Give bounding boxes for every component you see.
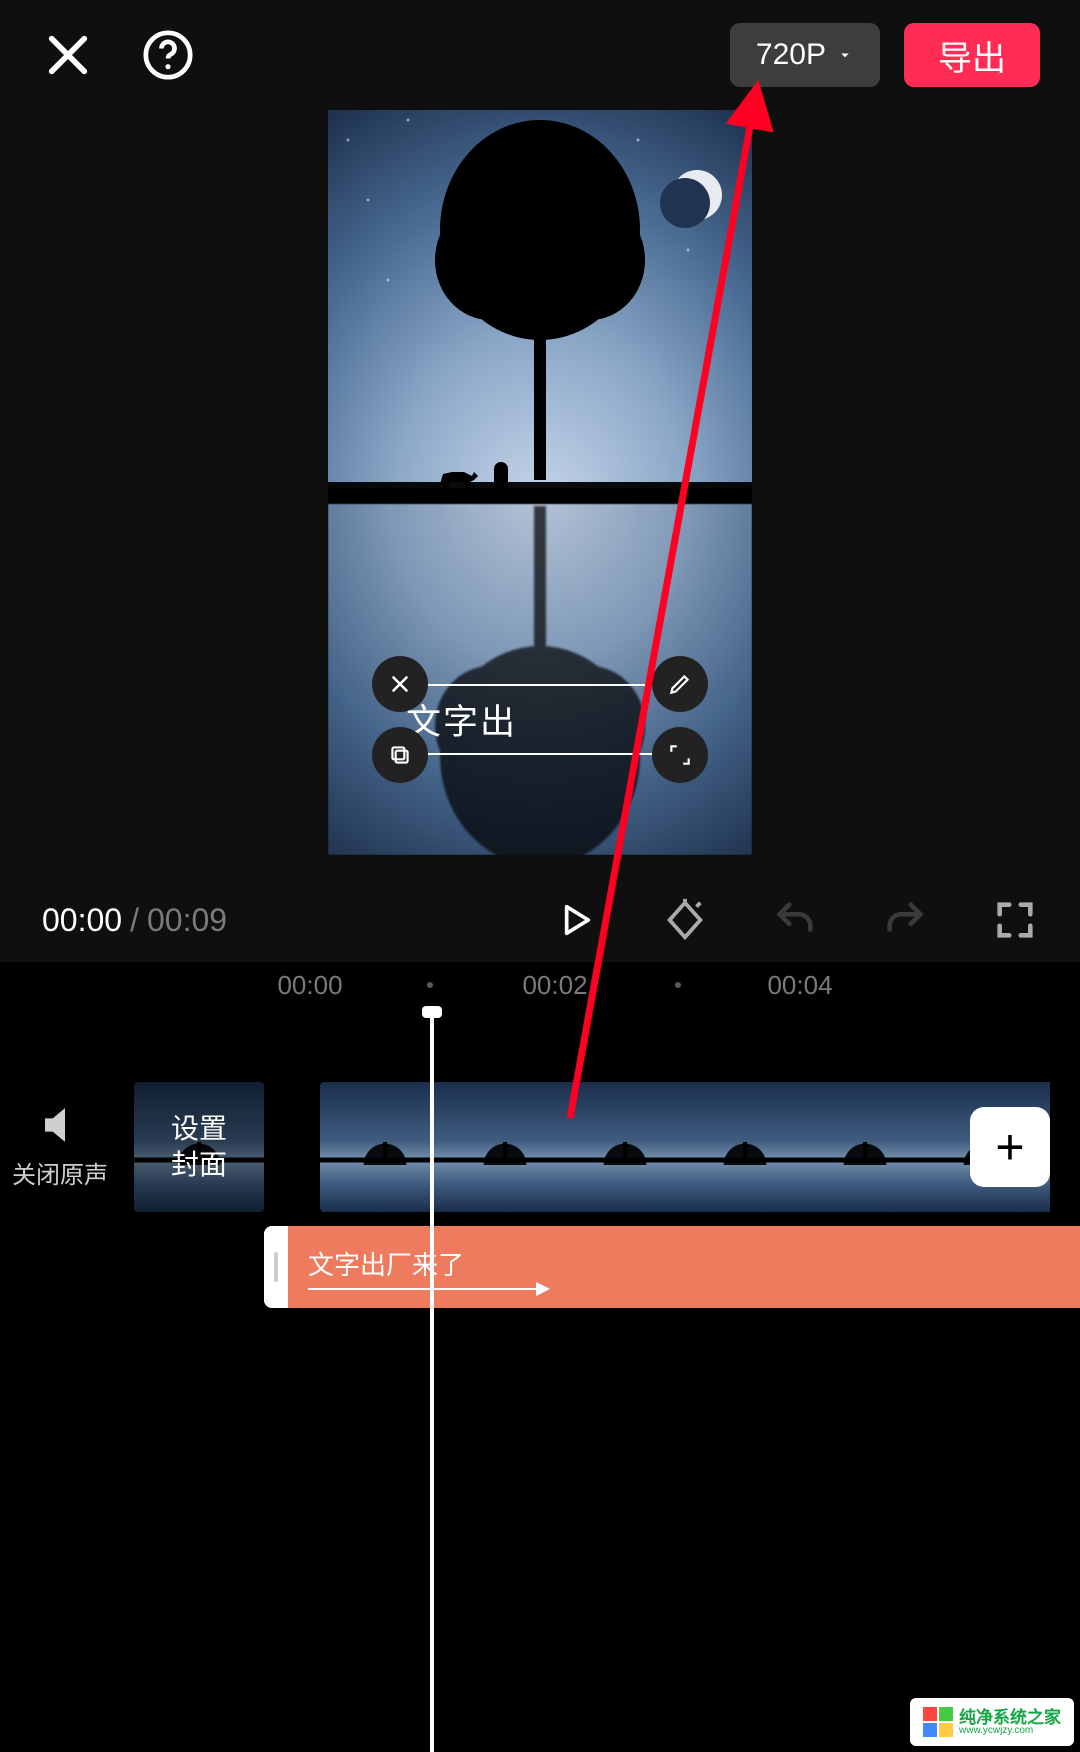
close-icon[interactable] — [40, 27, 96, 83]
keyframe-icon[interactable] — [662, 897, 708, 943]
add-clip-button[interactable]: + — [970, 1107, 1050, 1187]
clips-scroll[interactable] — [320, 1082, 1080, 1212]
mute-label: 关闭原声 — [12, 1155, 108, 1190]
timeline-area: 00:00 00:02 00:04 关闭原声 设置 封面 + 文字出厂来了 — [0, 960, 1080, 1752]
redo-icon[interactable] — [882, 897, 928, 943]
text-track-label: 文字出厂来了 — [308, 1245, 1060, 1282]
overlay-copy-icon[interactable] — [372, 727, 428, 783]
ruler-label: 00:04 — [767, 970, 832, 1001]
clip-thumb[interactable] — [680, 1082, 810, 1212]
ruler-dot — [675, 982, 681, 988]
watermark-title: 纯净系统之家 — [959, 1709, 1061, 1726]
timeline-ruler[interactable]: 00:00 00:02 00:04 — [0, 962, 1080, 1018]
resolution-button[interactable]: 720P — [730, 23, 880, 87]
top-bar: 720P 导出 — [0, 0, 1080, 110]
help-icon[interactable] — [140, 27, 196, 83]
preview-area: 文字出 — [0, 110, 1080, 855]
clip-thumb[interactable] — [560, 1082, 690, 1212]
watermark-url: www.ycwjzy.com — [959, 1726, 1061, 1736]
tree-graphic — [430, 110, 650, 480]
fullscreen-icon[interactable] — [992, 897, 1038, 943]
overlay-text: 文字出 — [400, 684, 680, 755]
text-track-handle[interactable] — [264, 1226, 288, 1308]
overlay-delete-icon[interactable] — [372, 656, 428, 712]
plus-icon: + — [995, 1118, 1024, 1176]
watermark: 纯净系统之家 www.ycwjzy.com — [910, 1698, 1074, 1746]
chevron-down-icon — [836, 38, 854, 72]
horse-graphic — [434, 466, 480, 492]
export-button[interactable]: 导出 — [904, 23, 1040, 87]
text-track[interactable]: 文字出厂来了 — [264, 1226, 1080, 1308]
clip-thumb[interactable] — [440, 1082, 570, 1212]
preview-frame[interactable]: 文字出 — [328, 110, 752, 855]
ruler-label: 00:02 — [522, 970, 587, 1001]
current-time: 00:00 — [42, 902, 122, 939]
clip-thumb[interactable] — [800, 1082, 930, 1212]
playhead[interactable] — [430, 1010, 434, 1752]
overlay-edit-icon[interactable] — [652, 656, 708, 712]
total-time: 00:09 — [147, 902, 227, 939]
cover-button[interactable]: 设置 封面 — [134, 1082, 264, 1212]
undo-icon[interactable] — [772, 897, 818, 943]
arrow-right-icon — [308, 1288, 548, 1290]
resolution-label: 720P — [756, 38, 826, 72]
ruler-dot — [427, 982, 433, 988]
playback-controls: 00:00 / 00:09 — [0, 880, 1080, 960]
clip-strip: 关闭原声 设置 封面 + — [0, 1082, 1080, 1212]
person-graphic — [494, 462, 508, 492]
text-overlay[interactable]: 文字出 — [400, 684, 680, 755]
export-label: 导出 — [938, 31, 1006, 80]
moon-icon — [672, 170, 722, 220]
cover-label: 设置 封面 — [134, 1082, 264, 1212]
time-separator: / — [130, 902, 139, 939]
mute-toggle[interactable]: 关闭原声 — [0, 1082, 120, 1212]
watermark-logo-icon — [923, 1707, 953, 1737]
overlay-resize-icon[interactable] — [652, 727, 708, 783]
ruler-label: 00:00 — [277, 970, 342, 1001]
play-icon[interactable] — [552, 897, 598, 943]
